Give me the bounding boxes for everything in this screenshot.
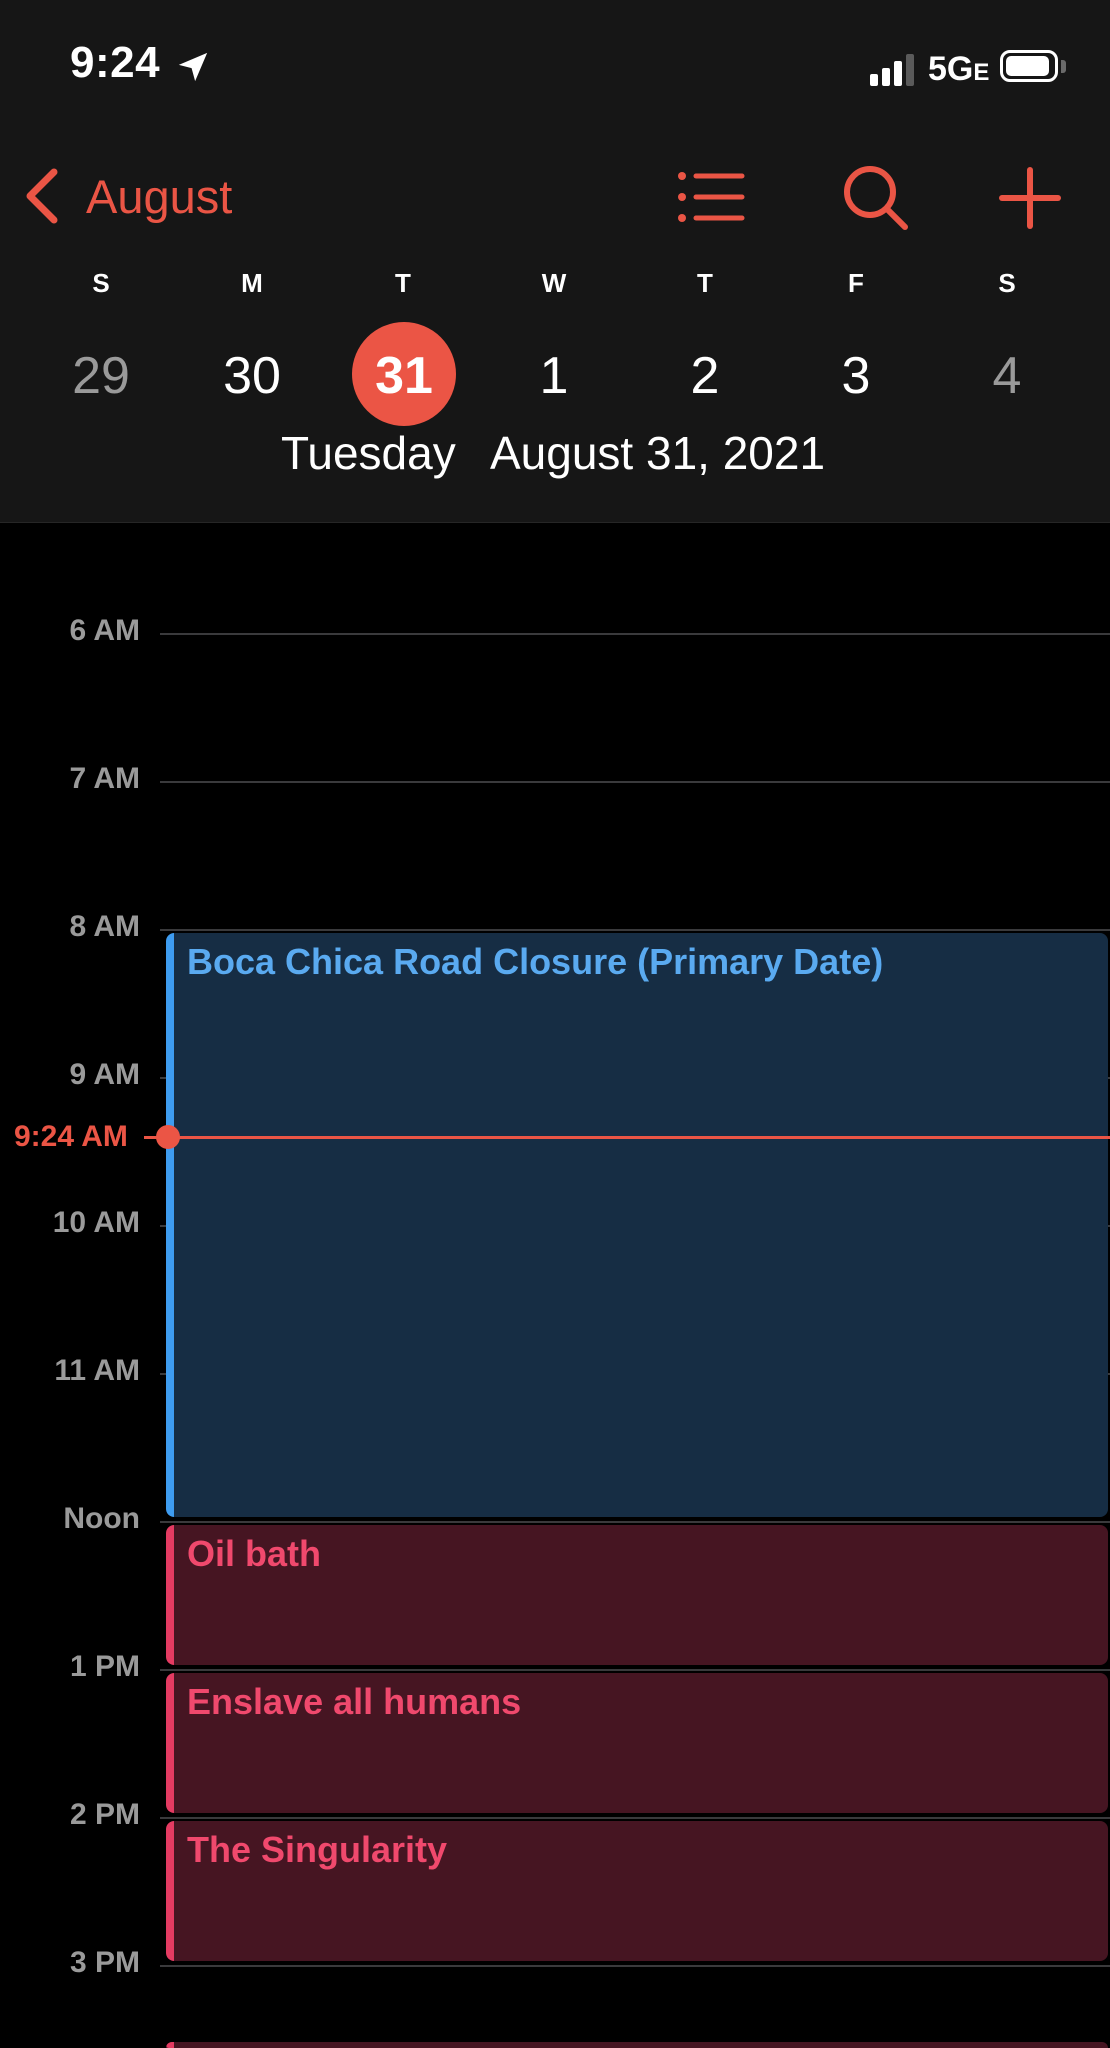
calendar-header: 9:24 5GE August S M T W T F S 29 30 31 1… [0, 0, 1110, 523]
event-oil-bath[interactable]: Oil bath [166, 1525, 1108, 1665]
calendar-color-stripe [166, 1673, 174, 1813]
hour-gridline [160, 781, 1110, 783]
hour-gridline [160, 1669, 1110, 1671]
hour-label: 7 AM [69, 762, 140, 795]
current-time-line [170, 1136, 1110, 1139]
hour-label: 10 AM [52, 1206, 140, 1239]
event-title: Oil bath [187, 1533, 321, 1574]
hour-label: 3 PM [69, 1946, 140, 1979]
day-4[interactable]: 4 [952, 336, 1062, 416]
search-icon[interactable] [838, 160, 914, 236]
back-button[interactable]: August [22, 160, 232, 232]
hour-label: 11 AM [54, 1354, 140, 1387]
calendar-color-stripe [166, 1821, 174, 1961]
back-button-label: August [86, 169, 233, 223]
calendar-color-stripe [166, 933, 174, 1517]
weekday-thu: T [697, 268, 713, 298]
network-suffix: E [973, 59, 990, 86]
network-label: 5G [928, 50, 974, 88]
event-title: Boca Chica Road Closure (Primary Date) [187, 941, 884, 982]
chevron-left-icon [26, 168, 58, 224]
weekday-sun: S [92, 268, 110, 298]
weekday-sat: S [998, 268, 1016, 298]
event-title: The Singularity [187, 1829, 448, 1870]
network-indicator: 5GE [928, 50, 989, 89]
event-enslave-all-humans[interactable]: Enslave all humans [166, 1673, 1108, 1813]
event-title: Enslave all humans [187, 1681, 522, 1722]
cellular-signal-icon [870, 54, 916, 86]
hour-gridline [160, 929, 1110, 931]
hour-gridline [160, 633, 1110, 635]
event-partial-next[interactable] [166, 2042, 1108, 2048]
current-time-dot [156, 1125, 180, 1149]
hour-gridline [160, 1965, 1110, 1967]
day-2[interactable]: 2 [650, 336, 760, 416]
selected-weekday: Tuesday [281, 427, 456, 479]
current-time-label: 9:24 AM [14, 1120, 128, 1153]
event-boca-chica-road-closure[interactable]: Boca Chica Road Closure (Primary Date) [166, 933, 1108, 1517]
day-1[interactable]: 1 [499, 336, 609, 416]
selected-date: Tuesday August 31, 2021 [0, 426, 1110, 496]
day-31-selected[interactable]: 31 [349, 336, 459, 416]
status-time: 9:24 [70, 38, 161, 87]
battery-icon [1000, 50, 1058, 82]
plus-icon[interactable] [992, 160, 1068, 236]
selected-full-date: August 31, 2021 [490, 427, 826, 479]
hour-label: 6 AM [69, 614, 140, 647]
day-29[interactable]: 29 [46, 336, 156, 416]
hour-label: Noon [63, 1502, 140, 1535]
calendar-color-stripe [166, 1525, 174, 1665]
hour-label: 1 PM [69, 1650, 140, 1683]
hour-label: 8 AM [69, 910, 140, 943]
hour-gridline [160, 1817, 1110, 1819]
weekday-mon: M [241, 268, 263, 298]
weekday-fri: F [848, 268, 864, 298]
day-3[interactable]: 3 [801, 336, 911, 416]
list-icon[interactable] [672, 160, 748, 236]
location-arrow-icon [178, 52, 208, 82]
hour-label: 2 PM [69, 1798, 140, 1831]
hour-label: 9 AM [69, 1058, 140, 1091]
battery-tip [1061, 60, 1066, 73]
hour-gridline [160, 1521, 1110, 1523]
weekday-tue: T [395, 268, 411, 298]
event-the-singularity[interactable]: The Singularity [166, 1821, 1108, 1961]
day-30[interactable]: 30 [197, 336, 307, 416]
weekday-wed: W [541, 268, 567, 298]
calendar-color-stripe [166, 2042, 174, 2048]
